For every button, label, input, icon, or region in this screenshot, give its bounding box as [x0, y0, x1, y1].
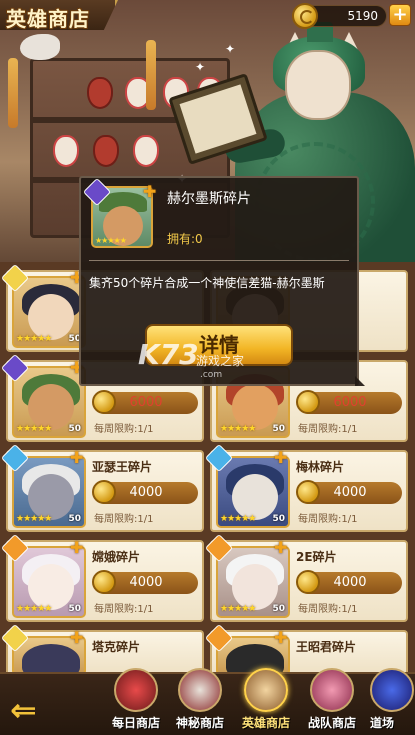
page-title: 英雄商店	[6, 7, 90, 31]
item-name: 塔克碎片	[92, 640, 141, 654]
watermark-url: .com	[200, 370, 223, 380]
price-value: 6000	[333, 395, 367, 410]
tooltip-item-name: 赫尔墨斯碎片	[167, 191, 251, 207]
tab-label: 每日商店	[111, 716, 160, 730]
hero-shop-icon	[244, 668, 288, 712]
fragment-plus-icon: ✚	[70, 538, 84, 557]
fragment-plus-icon: ✚	[274, 448, 288, 467]
tab-daily-shop[interactable]: 每日商店	[104, 668, 168, 734]
item-name: 梅林碎片	[296, 460, 345, 474]
tooltip-owned-count: 拥有:0	[167, 232, 203, 246]
gold-amount: 5190	[347, 9, 378, 23]
bird-decoration	[20, 34, 60, 60]
purchase-limit: 每周限购:1/1	[94, 424, 154, 435]
lantern-decoration	[8, 58, 18, 128]
star-rating: ★★★★★	[16, 604, 52, 614]
tab-label: 神秘商店	[175, 716, 224, 730]
tab-label: 战队商店	[307, 716, 356, 730]
mask-decoration	[133, 135, 159, 167]
hero-level: 50	[68, 604, 81, 614]
hero-level: 50	[68, 424, 81, 434]
dojo-shop-icon	[370, 668, 414, 712]
purchase-limit: 每周限购:1/1	[94, 604, 154, 615]
shop-item-card[interactable]: ✚ 王昭君碎片	[204, 623, 408, 676]
price-tag: 4000	[296, 570, 402, 594]
fragment-plus-icon: ✚	[143, 182, 157, 201]
fragment-plus-icon: ✚	[274, 538, 288, 557]
mystery-shop-icon	[178, 668, 222, 712]
tab-dojo-shop[interactable]: 道场	[360, 668, 415, 734]
item-name: 嫦娥碎片	[92, 550, 141, 564]
hero-level: 50	[272, 424, 285, 434]
price-tag: 4000	[92, 480, 198, 504]
tab-label: 英雄商店	[241, 716, 290, 730]
price-tag: 6000	[92, 390, 198, 414]
star-rating: ★★★★★	[16, 334, 52, 344]
purchase-limit: 每周限购:1/1	[298, 424, 358, 435]
tab-mystery-shop[interactable]: 神秘商店	[168, 668, 232, 734]
star-rating: ★★★★★	[95, 236, 127, 245]
price-tag: 6000	[296, 390, 402, 414]
team-shop-icon	[310, 668, 354, 712]
price-value: 6000	[129, 395, 163, 410]
divider	[89, 260, 349, 261]
title-bar: 英雄商店 5190 +	[0, 0, 415, 30]
star-rating: ★★★★★	[16, 514, 52, 524]
back-arrow-icon: ⇐	[10, 691, 37, 729]
tab-team-shop[interactable]: 战队商店	[300, 668, 364, 734]
price-value: 4000	[129, 575, 163, 590]
tab-label: 道场	[370, 716, 395, 730]
purchase-limit: 每周限购:1/1	[298, 604, 358, 615]
shop-item-card[interactable]: ★★★★★ 50 ✚ 亚瑟王碎片 4000 每周限购:1/1	[0, 443, 204, 532]
star-rating: ★★★★★	[220, 424, 256, 434]
price-tag: 4000	[92, 570, 198, 594]
back-button[interactable]: ⇐	[10, 692, 58, 728]
star-rating: ★★★★★	[220, 604, 256, 614]
star-rating: ★★★★★	[16, 424, 52, 434]
daily-shop-icon	[114, 668, 158, 712]
item-name: 王昭君碎片	[296, 640, 357, 654]
add-gold-button[interactable]: +	[389, 4, 411, 26]
purchase-limit: 每周限购:1/1	[94, 514, 154, 525]
mask-decoration	[53, 135, 79, 167]
hero-level: 50	[272, 604, 285, 614]
fragment-plus-icon: ✚	[274, 628, 288, 647]
watermark-text: 游戏之家	[196, 354, 245, 368]
tooltip-description: 集齐50个碎片合成一个神使信差猫-赫尔墨斯	[89, 276, 325, 290]
mask-decoration	[87, 77, 113, 109]
fragment-plus-icon: ✚	[70, 628, 84, 647]
item-name: 亚瑟王碎片	[92, 460, 153, 474]
bottom-navigation: ⇐ 每日商店 神秘商店 英雄商店 战队商店 道场	[0, 668, 415, 735]
watermark-logo: K73	[138, 338, 199, 371]
star-rating: ★★★★★	[220, 514, 256, 524]
shop-item-card[interactable]: ✚ 塔克碎片	[0, 623, 204, 676]
lantern-decoration	[146, 40, 156, 110]
item-name: 2E碎片	[296, 550, 337, 564]
title-plate: 英雄商店	[0, 0, 118, 30]
mask-decoration	[93, 135, 119, 167]
price-value: 4000	[333, 575, 367, 590]
hero-level: 50	[68, 514, 81, 524]
shop-item-card[interactable]: ★★★★★ 50 ✚ 2E碎片 4000 每周限购:1/1	[204, 533, 408, 622]
gold-currency-display: 5190	[292, 3, 387, 29]
price-value: 4000	[333, 485, 367, 500]
shop-item-card[interactable]: ★★★★★ 50 ✚ 嫦娥碎片 4000 每周限购:1/1	[0, 533, 204, 622]
shop-item-card[interactable]: ★★★★★ 50 ✚ 梅林碎片 4000 每周限购:1/1	[204, 443, 408, 532]
purchase-limit: 每周限购:1/1	[298, 514, 358, 525]
gold-coin-icon	[292, 3, 318, 29]
tab-hero-shop[interactable]: 英雄商店	[234, 668, 298, 734]
price-value: 4000	[129, 485, 163, 500]
hero-level: 50	[272, 514, 285, 524]
price-tag: 4000	[296, 480, 402, 504]
fragment-plus-icon: ✚	[70, 448, 84, 467]
